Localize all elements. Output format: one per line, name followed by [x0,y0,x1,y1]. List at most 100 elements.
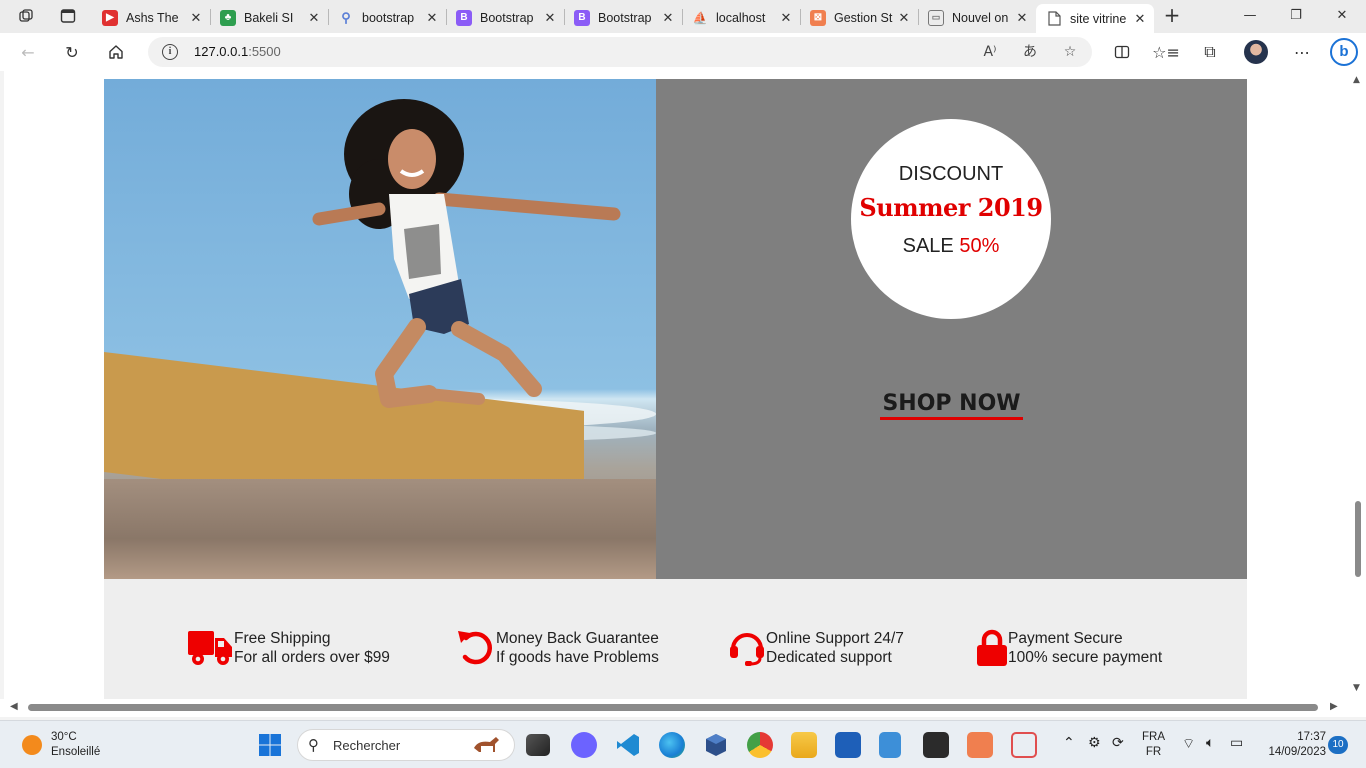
notepad-icon[interactable] [879,732,901,758]
feature-text: Free Shipping For all orders over $99 [234,629,390,667]
bakeli-icon: ♣ [220,9,236,26]
show-hidden-icons-chevron-icon[interactable]: ⌃ [1063,735,1075,751]
back-arrow-icon[interactable]: ← [14,39,42,65]
search-icon: ⚲ [341,9,351,25]
close-tab-icon[interactable]: ✕ [658,10,678,26]
sun-icon[interactable] [22,735,42,755]
close-tab-icon[interactable]: ✕ [304,10,324,26]
tab-strip: ▶ Ashs The ✕ ♣ Bakeli SI ✕ ⚲ bootstrap ✕… [0,0,1366,33]
close-tab-icon[interactable]: ✕ [186,10,206,26]
wifi-icon[interactable]: ⌔ [1182,735,1195,753]
phpmyadmin-icon: ⛵ [692,10,708,25]
vertical-scrollbar[interactable]: ▲ ▼ [1350,71,1366,699]
site-info-icon[interactable]: i [162,44,178,60]
close-tab-icon[interactable]: ✕ [1130,11,1150,27]
feature-text: Online Support 24/7 Dedicated support [766,629,904,667]
search-icon: ⚲ [308,736,319,754]
scroll-right-icon[interactable]: ▶ [1330,701,1338,712]
url-text[interactable]: 127.0.0.1:5500 [194,44,281,59]
tab-4[interactable]: B Bootstrap ✕ [446,4,564,31]
shop-now-link[interactable]: SHOP NOW [880,391,1023,420]
scroll-down-icon[interactable]: ▼ [1353,683,1360,693]
xampp-icon[interactable] [967,732,993,758]
restore-icon[interactable]: ❐ [1276,4,1316,28]
home-icon[interactable] [102,39,130,65]
close-tab-icon[interactable]: ✕ [540,10,560,26]
virtualbox-icon[interactable] [703,732,729,758]
reload-icon[interactable]: ↻ [58,39,86,65]
horizontal-scroll-thumb[interactable] [28,704,1318,711]
hero-section: DISCOUNT Summer 2019 SALE 50% SHOP NOW [104,79,1247,579]
sync-icon[interactable]: ⟳ [1112,735,1124,751]
split-screen-icon[interactable] [1108,39,1136,65]
promo-panel: DISCOUNT Summer 2019 SALE 50% SHOP NOW [656,79,1247,579]
weather-widget[interactable]: 30°C Ensoleillé [51,730,100,760]
photo-shore [104,479,656,579]
jumping-woman-illustration [312,99,621,408]
windows-start-icon[interactable] [258,733,284,759]
feature-subtitle: For all orders over $99 [234,649,390,666]
scroll-up-icon[interactable]: ▲ [1353,75,1360,85]
terminal-icon[interactable] [923,732,949,758]
read-aloud-icon[interactable]: A⁾ [980,42,1000,62]
collections-icon[interactable]: ⧉ [1196,39,1224,65]
workspaces-icon[interactable] [12,4,40,28]
feature-subtitle: Dedicated support [766,649,892,666]
network-error-icon[interactable]: ⚙ [1088,735,1101,751]
close-tab-icon[interactable]: ✕ [776,10,796,26]
vertical-scroll-thumb[interactable] [1355,501,1361,577]
edge-icon[interactable] [659,732,685,758]
close-window-icon[interactable]: ✕ [1322,4,1362,28]
feature-title: Payment Secure [1008,630,1123,647]
translate-icon[interactable]: あ [1020,42,1040,62]
undo-icon [458,631,492,665]
horizontal-scrollbar[interactable]: ◀ ▶ [0,699,1366,717]
shop-now-wrapper: SHOP NOW [656,391,1247,420]
avatar[interactable] [1244,40,1268,64]
browser-toolbar: ← ↻ i 127.0.0.1:5500 A⁾ あ ☆ ☆≡ ⧉ ⋯ b [0,33,1366,71]
tab-6[interactable]: ⛵ localhost ✕ [682,4,800,31]
snipping-tool-icon[interactable] [1011,732,1037,758]
clock[interactable]: 17:37 14/09/2023 [1256,730,1326,760]
bootstrap-icon: B [456,9,472,26]
more-options-icon[interactable]: ⋯ [1288,39,1316,65]
notification-badge[interactable]: 10 [1328,736,1348,754]
volume-icon[interactable]: 🔈︎ [1206,735,1214,751]
task-view-icon[interactable] [526,734,550,756]
battery-icon[interactable]: ▭ [1230,735,1243,751]
taskbar-search[interactable]: ⚲ Rechercher [297,729,515,761]
truck-icon [188,631,232,665]
tab-9-active[interactable]: site vitrine ✕ [1036,4,1154,33]
feature-support: Online Support 24/7 Dedicated support [728,629,904,669]
tab-actions-icon[interactable] [54,4,82,28]
microsoft-store-icon[interactable] [835,732,861,758]
feature-subtitle: If goods have Problems [496,649,659,666]
scroll-left-icon[interactable]: ◀ [10,701,18,712]
new-tab-icon[interactable]: + [1160,4,1184,28]
minimize-icon[interactable]: — [1230,4,1270,28]
tab-1[interactable]: ▶ Ashs The ✕ [92,4,210,31]
close-tab-icon[interactable]: ✕ [422,10,442,26]
close-tab-icon[interactable]: ✕ [894,10,914,26]
tab-5[interactable]: B Bootstrap ✕ [564,4,682,31]
address-bar[interactable]: i 127.0.0.1:5500 A⁾ あ ☆ [148,37,1092,67]
feature-title: Online Support 24/7 [766,630,904,647]
favorite-star-icon[interactable]: ☆ [1060,42,1080,62]
language-indicator[interactable]: FRA FR [1142,730,1165,760]
close-tab-icon[interactable]: ✕ [1012,10,1032,26]
tab-7[interactable]: ⊠ Gestion St ✕ [800,4,918,31]
xampp-icon: ⊠ [810,9,826,26]
horse-illustration [474,737,499,752]
tab-2[interactable]: ♣ Bakeli SI ✕ [210,4,328,31]
chrome-icon[interactable] [747,732,773,758]
page-icon: ▭ [928,9,944,26]
tab-3[interactable]: ⚲ bootstrap ✕ [328,4,446,31]
vscode-icon[interactable] [615,732,641,758]
tab-8[interactable]: ▭ Nouvel on ✕ [918,4,1036,31]
teams-chat-icon[interactable] [571,732,597,758]
feature-shipping: Free Shipping For all orders over $99 [188,629,390,669]
feature-title: Money Back Guarantee [496,630,659,647]
file-explorer-icon[interactable] [791,732,817,758]
bing-copilot-icon[interactable]: b [1330,38,1358,66]
favorites-icon[interactable]: ☆≡ [1152,39,1180,65]
